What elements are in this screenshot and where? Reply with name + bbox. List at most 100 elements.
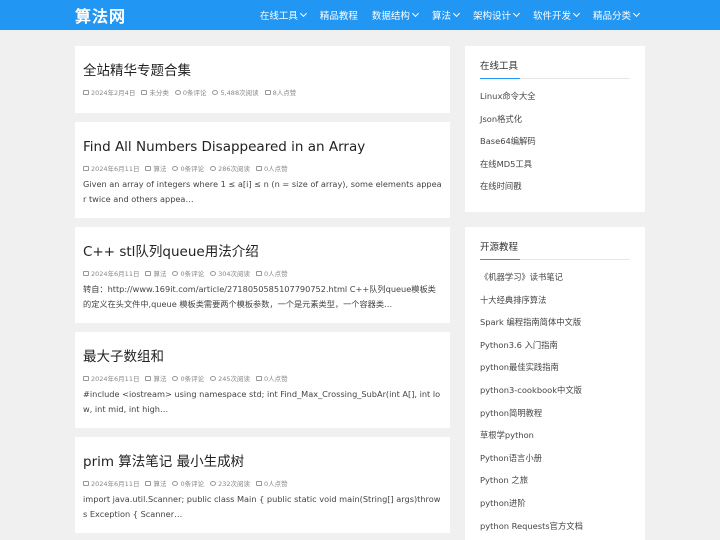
sidebar-link[interactable]: 在线时间戳 — [480, 175, 630, 198]
post-excerpt: #include <iostream> using namespace std;… — [83, 389, 441, 414]
eye-icon — [210, 375, 217, 381]
calendar-icon — [83, 89, 89, 95]
sidebar-link[interactable]: Base64编解码 — [480, 130, 630, 153]
nav-label: 在线工具 — [259, 11, 298, 22]
site-logo[interactable]: 算法网 — [75, 3, 126, 27]
sidebar-link[interactable]: 十大经典排序算法 — [480, 289, 630, 312]
nav-item-algorithms[interactable]: 算法 — [425, 8, 466, 22]
post-card: C++ stl队列queue用法介绍 2024年6月11日 算法 0条评论 30… — [75, 227, 450, 323]
post-date: 2024年6月11日 — [91, 270, 140, 278]
comment-icon — [172, 480, 179, 486]
post-title[interactable]: Find All Numbers Disappeared in an Array — [83, 137, 442, 157]
post-category[interactable]: 算法 — [153, 373, 166, 383]
sidebar-online-tools: 在线工具 Linux命令大全 Json格式化 Base64编解码 在线MD5工具… — [465, 46, 645, 212]
sidebar-link[interactable]: Python语言小册 — [480, 447, 630, 470]
nav-label: 精品分类 — [592, 11, 631, 22]
chevron-down-icon — [452, 9, 460, 18]
sidebar-link[interactable]: 草根学python — [480, 424, 630, 447]
sidebar-link[interactable]: Spark 编程指南简体中文版 — [480, 311, 630, 334]
folder-icon — [141, 89, 148, 95]
sidebar-title: 在线工具 — [480, 58, 630, 79]
post-comments[interactable]: 0条评论 — [180, 163, 204, 173]
post-meta: 2024年6月11日 算法 0条评论 232次阅读 0人点赞 — [83, 478, 442, 488]
sidebar-link[interactable]: python Requests官方文档 — [480, 515, 630, 538]
sidebar-open-tutorials: 开源教程 《机器学习》读书笔记 十大经典排序算法 Spark 编程指南简体中文版… — [465, 227, 645, 540]
post-meta: 2024年2月4日 未分类 0条评论 5,488次阅读 8人点赞 — [83, 87, 442, 97]
nav-item-premium-tutorials[interactable]: 精品教程 — [313, 8, 365, 22]
post-card: 全站精华专题合集 2024年2月4日 未分类 0条评论 5,488次阅读 8人点… — [75, 46, 450, 113]
eye-icon — [210, 270, 217, 276]
sidebar-link[interactable]: Linux命令大全 — [480, 85, 630, 108]
post-title[interactable]: 全站精华专题合集 — [83, 61, 442, 81]
nav-label: 算法 — [431, 11, 451, 22]
post-date: 2024年6月11日 — [91, 480, 140, 488]
sidebar-link[interactable]: 在线MD5工具 — [480, 153, 630, 176]
chevron-down-icon — [512, 9, 521, 18]
post-card: Find All Numbers Disappeared in an Array… — [75, 122, 450, 218]
folder-icon — [145, 270, 152, 276]
nav-label: 数据结构 — [371, 11, 410, 22]
eye-icon — [210, 165, 217, 171]
nav-label: 软件开发 — [532, 11, 571, 22]
post-date: 2024年6月11日 — [91, 375, 140, 383]
post-excerpt: import java.util.Scanner; public class M… — [83, 494, 441, 519]
chevron-down-icon — [299, 9, 307, 18]
post-meta: 2024年6月11日 算法 0条评论 304次阅读 0人点赞 — [83, 268, 442, 278]
nav-item-categories[interactable]: 精品分类 — [586, 8, 646, 22]
nav-item-architecture[interactable]: 架构设计 — [466, 8, 526, 22]
nav-item-data-structures[interactable]: 数据结构 — [365, 8, 425, 22]
calendar-icon — [83, 480, 89, 486]
top-header: 算法网 在线工具 精品教程 数据结构 算法 架构设计 软件开发 精品分类 — [0, 0, 720, 30]
post-views: 304次阅读 — [218, 270, 251, 278]
folder-icon — [145, 375, 152, 381]
nav-item-online-tools[interactable]: 在线工具 — [253, 8, 313, 22]
post-category[interactable]: 算法 — [153, 478, 166, 488]
thumbs-up-icon — [256, 480, 263, 486]
sidebar-link[interactable]: python最佳实践指南 — [480, 356, 630, 379]
sidebar-link[interactable]: Json格式化 — [480, 108, 630, 131]
comment-icon — [172, 270, 179, 276]
calendar-icon — [83, 270, 89, 276]
post-comments[interactable]: 0条评论 — [180, 373, 204, 383]
sidebar-list: 《机器学习》读书笔记 十大经典排序算法 Spark 编程指南简体中文版 Pyth… — [480, 266, 630, 537]
nav-label: 精品教程 — [319, 11, 358, 22]
post-excerpt: Given an array of integers where 1 ≤ a[i… — [83, 179, 442, 204]
sidebar-link[interactable]: python简明教程 — [480, 402, 630, 425]
post-likes: 8人点赞 — [272, 89, 297, 97]
post-comments[interactable]: 0条评论 — [180, 478, 204, 488]
post-excerpt: 转自：http://www.169it.com/article/27180505… — [83, 284, 436, 309]
sidebar-link[interactable]: Python3.6 入门指南 — [480, 334, 630, 357]
post-category[interactable]: 算法 — [153, 268, 166, 278]
chevron-down-icon — [411, 9, 419, 18]
post-title[interactable]: 最大子数组和 — [83, 347, 442, 367]
post-card: 最大子数组和 2024年6月11日 算法 0条评论 245次阅读 0人点赞 #i… — [75, 332, 450, 428]
folder-icon — [145, 480, 152, 486]
nav-item-software-dev[interactable]: 软件开发 — [526, 8, 586, 22]
sidebar-link[interactable]: 《机器学习》读书笔记 — [480, 266, 630, 289]
post-title[interactable]: prim 算法笔记 最小生成树 — [83, 452, 442, 472]
thumbs-up-icon — [256, 375, 263, 381]
comment-icon — [174, 89, 181, 95]
chevron-down-icon — [632, 9, 641, 18]
thumbs-up-icon — [264, 89, 271, 95]
sidebar-link[interactable]: python进阶 — [480, 492, 630, 515]
sidebar-link[interactable]: Python 之旅 — [480, 469, 630, 492]
post-date: 2024年6月11日 — [91, 165, 140, 173]
post-likes: 0人点赞 — [264, 270, 288, 278]
post-views: 5,488次阅读 — [220, 89, 259, 97]
post-category[interactable]: 未分类 — [149, 87, 169, 97]
calendar-icon — [83, 375, 89, 381]
post-comments[interactable]: 0条评论 — [180, 268, 204, 278]
post-category[interactable]: 算法 — [153, 163, 166, 173]
sidebar-link[interactable]: python3-cookbook中文版 — [480, 379, 630, 402]
eye-icon — [212, 89, 219, 95]
folder-icon — [145, 165, 152, 171]
comment-icon — [172, 375, 179, 381]
post-meta: 2024年6月11日 算法 0条评论 245次阅读 0人点赞 — [83, 373, 442, 383]
post-comments[interactable]: 0条评论 — [183, 87, 207, 97]
thumbs-up-icon — [256, 165, 263, 171]
post-views: 245次阅读 — [218, 375, 251, 383]
sidebar-list: Linux命令大全 Json格式化 Base64编解码 在线MD5工具 在线时间… — [480, 85, 630, 198]
post-title[interactable]: C++ stl队列queue用法介绍 — [83, 242, 442, 262]
eye-icon — [210, 480, 217, 486]
